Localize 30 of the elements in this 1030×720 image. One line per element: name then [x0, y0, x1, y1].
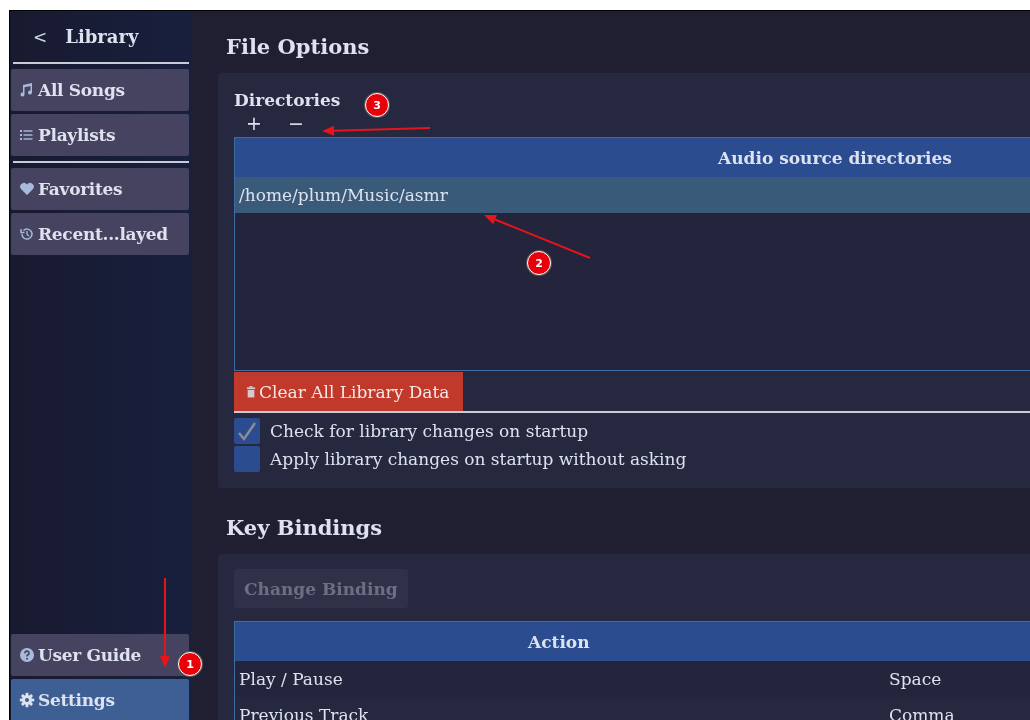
- trash-icon: [246, 385, 256, 398]
- annotation-badge: 2: [527, 251, 551, 275]
- checkbox[interactable]: [234, 446, 260, 472]
- table-row[interactable]: /home/plum/Music/asmr: [235, 177, 1030, 213]
- back-button[interactable]: <: [33, 26, 48, 47]
- section-label: Directories: [234, 90, 341, 110]
- annotation-badge: 3: [365, 93, 389, 117]
- table-cell-text: Space: [889, 668, 942, 691]
- clear-library-button[interactable]: Clear All Library Data: [234, 372, 464, 411]
- checkbox-label: Check for library changes on startup: [270, 421, 589, 441]
- history-icon: [19, 226, 35, 242]
- heart-icon: [19, 181, 35, 197]
- settings-icon: [19, 692, 35, 708]
- table-cell-text: Play / Pause: [239, 668, 344, 691]
- section-title: File Options: [226, 33, 371, 61]
- sidebar-item[interactable]: All Songs: [11, 69, 189, 111]
- help-icon: [19, 647, 35, 663]
- remove-button[interactable]: −: [287, 113, 304, 133]
- sidebar-item[interactable]: Recent...layed: [11, 213, 189, 255]
- section-title: Key Bindings: [226, 514, 384, 542]
- checkbox[interactable]: [234, 418, 260, 444]
- sidebar-item[interactable]: Settings: [11, 679, 189, 720]
- music-note-icon: [19, 82, 35, 98]
- sidebar-item[interactable]: Playlists: [11, 114, 189, 156]
- checkbox-label: Apply library changes on startup without asking: [270, 449, 687, 469]
- add-button[interactable]: +: [246, 113, 262, 133]
- sidebar-title: Library: [65, 26, 139, 47]
- sidebar-item[interactable]: Favorites: [11, 168, 189, 210]
- annotation-badge: 1: [178, 652, 202, 676]
- list-icon: [19, 127, 35, 143]
